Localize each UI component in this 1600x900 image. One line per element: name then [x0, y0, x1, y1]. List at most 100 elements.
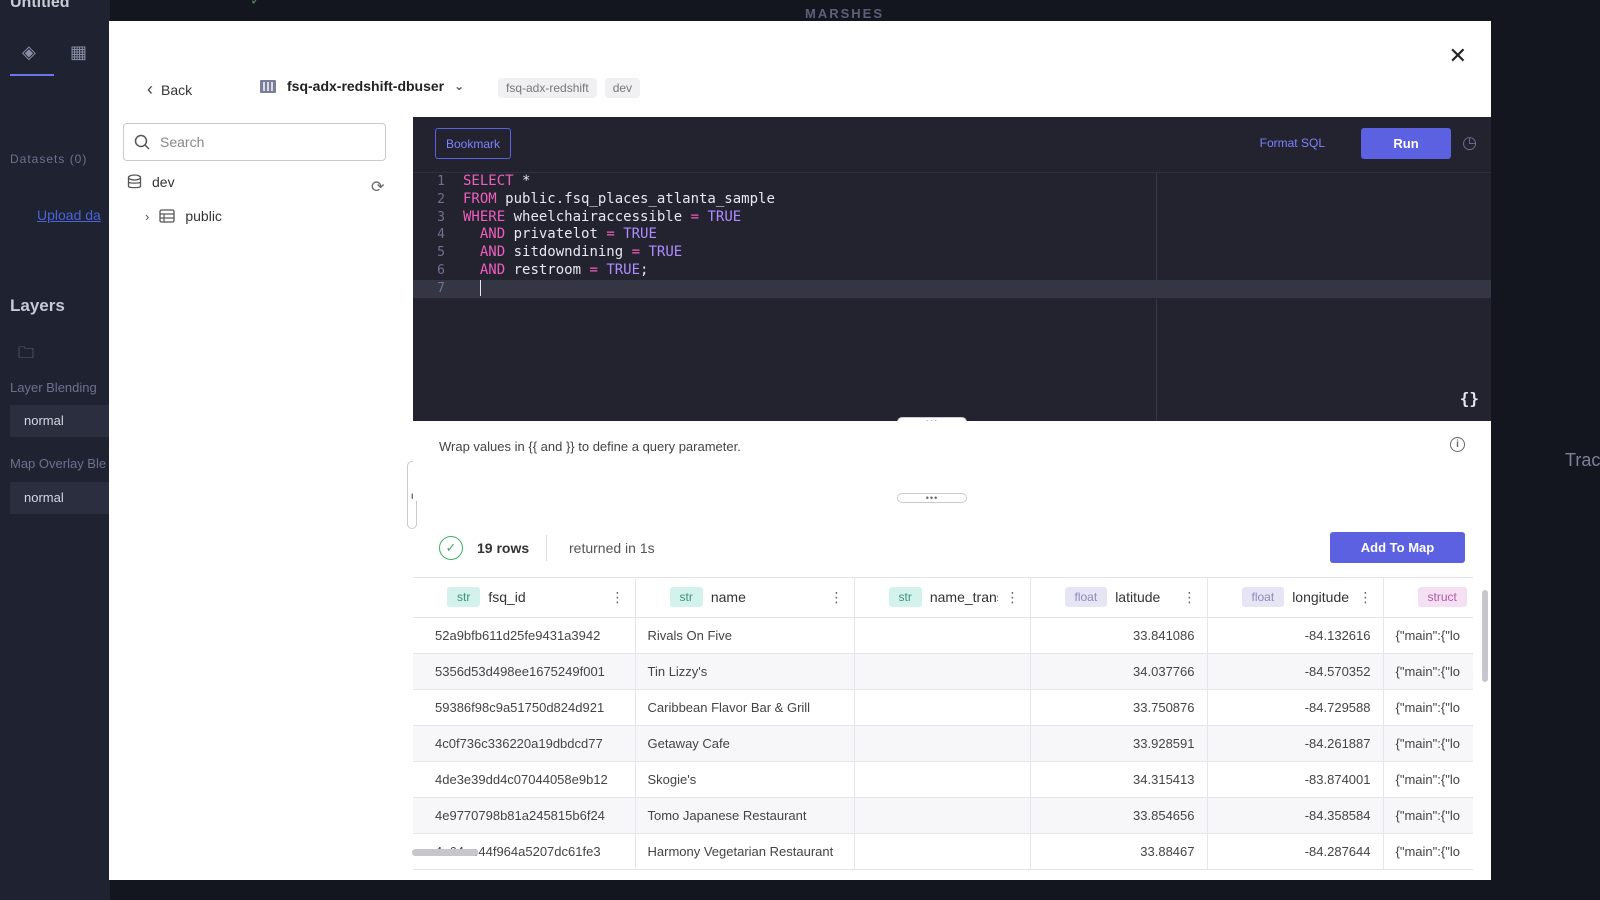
code-line[interactable]: 6 AND restroom = TRUE; [413, 262, 1491, 280]
success-check-icon: ✓ [439, 536, 463, 560]
table-cell [854, 617, 1031, 654]
editor-ruler [1156, 173, 1157, 421]
layers-tab-icon[interactable]: ◈ [22, 42, 36, 63]
table-cell [854, 725, 1031, 762]
column-header[interactable]: str name_trans... ⋮ [854, 578, 1031, 618]
table-cell: Tin Lizzy's [635, 653, 855, 690]
table-row[interactable]: 4de3e39dd4c07044058e9b12 Skogie's 34.31541… [413, 761, 1473, 798]
tree-item-database[interactable]: dev [127, 174, 175, 190]
line-number: 6 [437, 262, 445, 278]
chevron-down-icon: ⌄ [454, 79, 465, 93]
modal-header: ‹ Back fsq-adx-redshift-dbuser ⌄ fsq-adx… [109, 21, 1491, 117]
column-header[interactable]: str name ⋮ [635, 578, 855, 618]
code-token: SELECT [463, 173, 514, 189]
query-duration: returned in 1s [569, 540, 655, 556]
chevron-left-icon: ‹ [147, 79, 153, 99]
connection-selector[interactable]: fsq-adx-redshift-dbuser ⌄ [259, 77, 464, 95]
refresh-icon[interactable]: ⟳ [371, 177, 384, 197]
add-folder-icon[interactable]: 🗀 [18, 342, 34, 369]
layer-blending-select[interactable]: normal [10, 405, 110, 437]
tree-item-schema[interactable]: › public [145, 208, 222, 224]
info-icon[interactable]: i [1450, 437, 1465, 452]
schema-panel: dev ⟳ › public [109, 117, 413, 880]
search-input[interactable] [160, 134, 360, 150]
table-cell: Caribbean Flavor Bar & Grill [635, 689, 855, 726]
column-header[interactable]: structg [1383, 578, 1473, 618]
table-cell: -84.729588 [1207, 689, 1384, 726]
line-number: 7 [437, 280, 445, 296]
table-row[interactable]: 4c0f736c336220a19dbdcd77 Getaway Cafe 33.9… [413, 725, 1473, 762]
add-to-map-button[interactable]: Add To Map [1330, 532, 1465, 563]
table-cell: 33.750876 [1030, 689, 1208, 726]
code-token: AND [479, 244, 506, 261]
code-token: TRUE [707, 208, 742, 225]
column-menu-icon[interactable]: ⋮ [1359, 589, 1373, 606]
editor-toolbar: Bookmark Format SQL Run ◷ [413, 117, 1491, 173]
table-row[interactable]: 4e9770798b81a245815b6f24 Tomo Japanese Re… [413, 797, 1473, 834]
map-label-marshes: MARSHES [805, 6, 885, 21]
vertical-scrollbar[interactable] [1482, 590, 1488, 682]
code-line[interactable]: 5 AND sitdowndining = TRUE [413, 244, 1491, 262]
horizontal-scrollbar[interactable] [412, 849, 478, 856]
column-header[interactable]: str fsq_id ⋮ [413, 578, 636, 618]
back-button[interactable]: ‹ Back [147, 79, 192, 100]
code-area[interactable]: 1 SELECT * 2 FROM public.fsq_places_atlanta… [413, 173, 1491, 421]
column-header[interactable]: float latitude ⋮ [1030, 578, 1208, 618]
run-button[interactable]: Run [1361, 128, 1451, 159]
column-type-badge: float [1241, 587, 1285, 608]
braces-icon[interactable]: {} [1460, 389, 1479, 408]
column-menu-icon[interactable]: ⋮ [830, 589, 844, 606]
code-line[interactable]: 4 AND privatelot = TRUE [413, 226, 1491, 244]
code-line[interactable]: 3 WHERE wheelchairaccessible = TRUE [413, 209, 1491, 227]
table-cell: 33.88467 [1030, 833, 1208, 870]
chevron-right-icon[interactable]: › [145, 209, 149, 224]
code-token: AND [479, 261, 506, 278]
column-type-badge: float [1064, 587, 1108, 608]
connection-name: fsq-adx-redshift-dbuser [287, 78, 445, 94]
table-row[interactable]: 52a9bfb611d25fe9431a3942 Rivals On Five 33… [413, 617, 1473, 654]
code-token: = [690, 208, 700, 225]
results-table: strfsq_id⋮strname⋮strname_trans...⋮float… [413, 578, 1473, 870]
table-row[interactable]: 59386f98c9a51750d824d921 Caribbean Flavor… [413, 689, 1473, 726]
active-tab-indicator [10, 74, 54, 76]
code-text: SELECT * [463, 173, 530, 191]
upload-data-link[interactable]: Upload da [37, 207, 101, 223]
column-name: latitude [1115, 589, 1161, 606]
params-resize-handle[interactable]: ••• [897, 493, 967, 503]
table-cell: -84.132616 [1207, 617, 1384, 654]
table-cell: Rivals On Five [635, 617, 855, 654]
table-tab-icon[interactable]: ▦ [70, 42, 87, 63]
table-body: 52a9bfb611d25fe9431a3942 Rivals On Five 33… [413, 617, 1473, 870]
results-table-container[interactable]: strfsq_id⋮strname⋮strname_trans...⋮float… [413, 577, 1473, 880]
column-menu-icon[interactable]: ⋮ [1183, 589, 1197, 606]
app-sidebar [0, 0, 110, 900]
code-text: AND restroom = TRUE; [463, 261, 649, 280]
format-sql-button[interactable]: Format SQL [1260, 136, 1325, 150]
search-box [123, 123, 386, 161]
table-row[interactable]: 4a64ae44f964a5207dc61fe3 Harmony Vegetari… [413, 833, 1473, 870]
code-token: = [606, 226, 615, 243]
bookmark-button[interactable]: Bookmark [435, 128, 512, 159]
table-row[interactable]: 5356d53d498ee1675249f001 Tin Lizzy's 34.03… [413, 653, 1473, 690]
table-cell: 33.928591 [1030, 725, 1208, 762]
schema-name: public [185, 208, 222, 224]
tag-cluster: fsq-adx-redshift [498, 78, 597, 98]
history-icon[interactable]: ◷ [1462, 133, 1477, 153]
map-overlay-select[interactable]: normal [10, 482, 110, 514]
sql-editor: Bookmark Format SQL Run ◷ 1 SELECT * 2 FROM… [413, 117, 1491, 421]
table-cell: 5356d53d498ee1675249f001 [413, 653, 636, 690]
code-line[interactable]: 1 SELECT * [413, 173, 1491, 191]
code-line[interactable]: 7 [413, 279, 1491, 298]
code-text: WHERE wheelchairaccessible = TRUE [463, 209, 741, 227]
database-icon [127, 174, 142, 189]
column-header[interactable]: float longitude ⋮ [1207, 578, 1384, 618]
code-line[interactable]: 2 FROM public.fsq_places_atlanta_sample [413, 191, 1491, 209]
column-menu-icon[interactable]: ⋮ [611, 589, 625, 606]
table-cell: 34.037766 [1030, 653, 1208, 690]
table-header-row: strfsq_id⋮strname⋮strname_trans...⋮float… [413, 578, 1473, 618]
column-menu-icon[interactable]: ⋮ [1006, 589, 1020, 606]
code-token: public.fsq_places_atlanta_sample [496, 190, 775, 207]
